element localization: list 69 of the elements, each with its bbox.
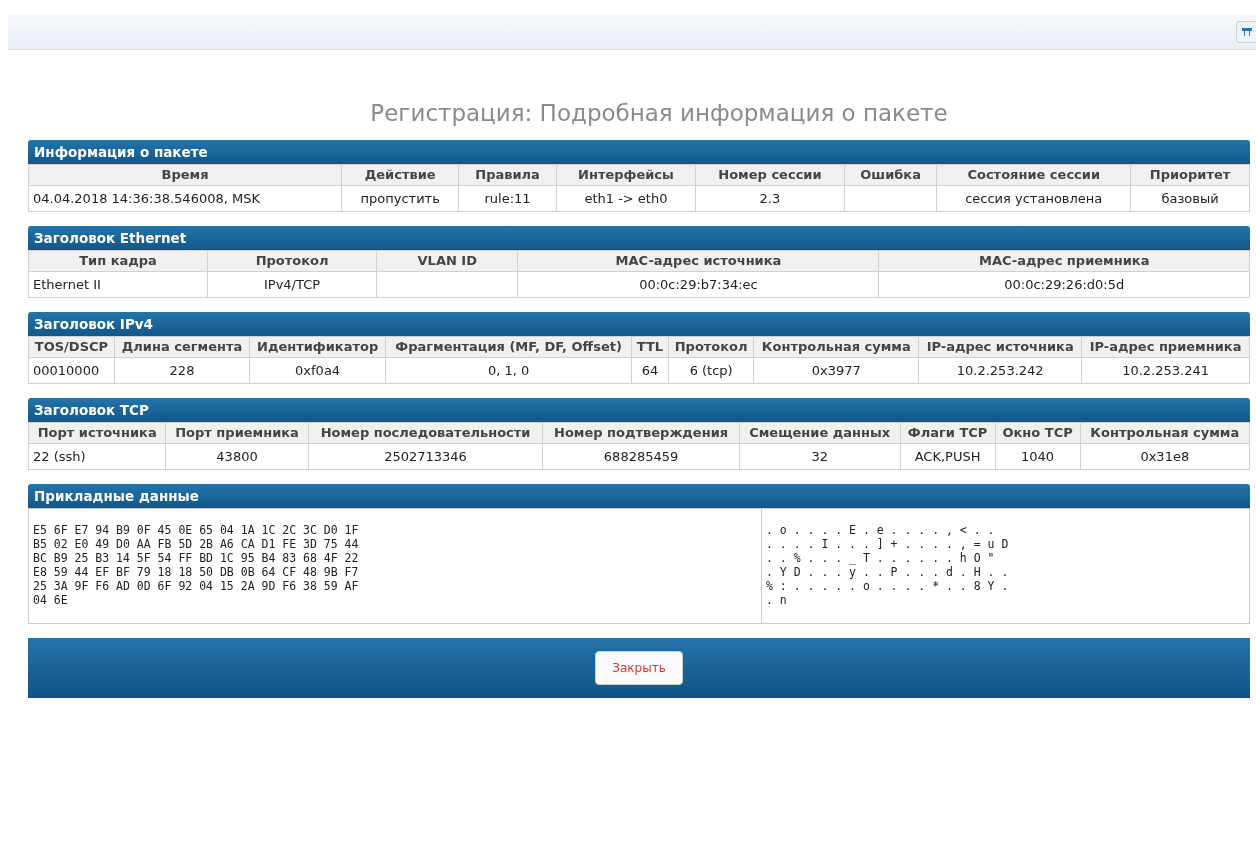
ascii-dump: . o . . . . E . e . . . . , < . . . . . . I . . . ] + . . . . , = u D . . % . . . _ T . . . . . . h O " . Y D . . . y . . P . . . d . H . . % : . . . . . o . . . . * . . 8 Y . . n [761,509,1249,623]
column-header: IP-адрес приемника [1081,336,1250,358]
table-cell: 00:0c:29:26:d0:5d [878,271,1250,298]
table-cell: 2.3 [695,185,845,212]
table-cell: 64 [631,357,669,384]
section-header: Прикладные данные [28,484,1250,508]
column-header: Флаги TCP [900,422,996,444]
table-cell: 228 [114,357,250,384]
column-header: Контрольная сумма [753,336,919,358]
column-header: TOS/DSCP [28,336,115,358]
column-header: Протокол [668,336,754,358]
table-cell: 10.2.253.242 [918,357,1082,384]
section-header: Заголовок IPv4 [28,312,1250,336]
table-cell: 00:0c:29:b7:34:ec [518,271,879,298]
hex-dump: E5 6F E7 94 B9 0F 45 0E 65 04 1A 1C 2C 3C D0 1F B5 02 E0 49 D0 AA FB 5D 2B A6 CA D1 FE 3D 75 44 BC B9 25 B3 14 5F 54 FF BD 1C 95 B4 83 68 4F 22 E8 59 44 EF BF 79 18 18 50 DB 0B 64 CF 48 9B F7 25 3A 9F F6 AD 0D 6F 92 04 15 2A 9D F6 38 59 AF 04 6E [32,522,360,609]
column-header: VLAN ID [376,250,518,272]
table-cell: 688285459 [542,443,740,470]
column-header: MAC-адрес источника [518,250,879,272]
column-header: Протокол [207,250,377,272]
column-header: Контрольная сумма [1080,422,1250,444]
table-cell: Ethernet II [28,271,208,298]
column-header: Действие [341,164,459,186]
table-cell: 43800 [165,443,309,470]
table-cell: базовый [1130,185,1250,212]
section-header: Заголовок Ethernet [28,226,1250,250]
table-cell: 00010000 [28,357,115,384]
table-cell: 0x3977 [753,357,919,384]
table-cell: сессия установлена [936,185,1131,212]
column-header: Время [28,164,342,186]
column-header: Порт источника [28,422,166,444]
table-cell: 04.04.2018 14:36:38.546008, MSK [28,185,342,212]
column-header: Состояние сессии [936,164,1131,186]
table-cell: пропустить [341,185,459,212]
column-header: Правила [458,164,557,186]
column-header: Смещение данных [739,422,901,444]
column-header: TTL [631,336,669,358]
page-title: Регистрация: Подробная информация о пакете [369,100,949,126]
window-icon [1241,27,1253,37]
column-header: Ошибка [844,164,937,186]
column-header: Интерфейсы [556,164,696,186]
toolbar-button[interactable] [1236,21,1256,43]
table-cell: eth1 -> eth0 [556,185,696,212]
column-header: Порт приемника [165,422,309,444]
table-cell: 6 (tcp) [668,357,754,384]
column-header: Номер последовательности [308,422,543,444]
section-header: Информация о пакете [28,140,1250,164]
column-header: Номер сессии [695,164,845,186]
column-header: Длина сегмента [114,336,250,358]
column-header: Окно TCP [995,422,1081,444]
column-header: Номер подтверждения [542,422,740,444]
table-cell: IPv4/TCP [207,271,377,298]
table-cell: 0, 1, 0 [385,357,632,384]
section-header: Заголовок TCP [28,398,1250,422]
table-cell: rule:11 [458,185,557,212]
column-header: Фрагментация (MF, DF, Offset) [385,336,632,358]
table-cell: 1040 [995,443,1081,470]
table-cell: 2502713346 [308,443,543,470]
close-button[interactable]: Закрыть [595,651,683,685]
column-header: Идентификатор [249,336,386,358]
table-cell: 10.2.253.241 [1081,357,1250,384]
column-header: MAC-адрес приемника [878,250,1250,272]
table-cell: 22 (ssh) [28,443,166,470]
column-header: Приоритет [1130,164,1250,186]
column-header: IP-адрес источника [918,336,1082,358]
table-cell: 0xf0a4 [249,357,386,384]
table-cell: 0x31e8 [1080,443,1250,470]
column-header: Тип кадра [28,250,208,272]
table-cell: ACK,PUSH [900,443,996,470]
table-cell: 32 [739,443,901,470]
